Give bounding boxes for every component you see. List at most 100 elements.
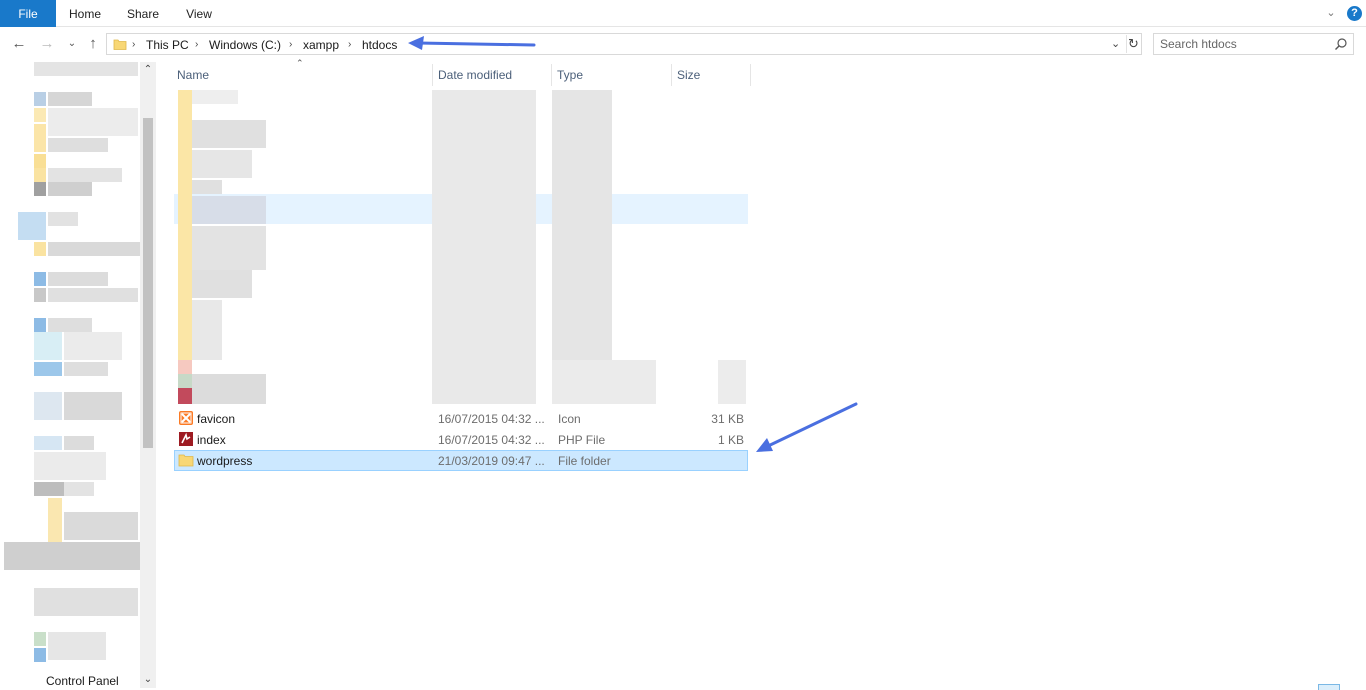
obscured-item xyxy=(64,392,122,420)
obscured-item xyxy=(48,108,138,136)
obscured-item xyxy=(34,108,46,122)
obscured-item xyxy=(64,482,94,496)
tab-view[interactable]: View xyxy=(176,0,222,27)
column-header-type[interactable]: Type xyxy=(552,62,671,88)
obscured-item xyxy=(192,374,266,404)
help-icon[interactable]: ? xyxy=(1347,6,1362,21)
obscured-item xyxy=(48,168,122,182)
breadcrumb-separator-icon[interactable]: › xyxy=(348,37,351,53)
obscured-item xyxy=(18,212,46,240)
obscured-item xyxy=(192,270,252,298)
column-header-date-modified[interactable]: Date modified xyxy=(433,62,551,88)
search-input[interactable] xyxy=(1160,36,1330,52)
column-divider[interactable] xyxy=(750,64,751,86)
scrollbar-thumb[interactable] xyxy=(143,118,153,448)
obscured-item xyxy=(64,362,108,376)
navigation-bar: ← → ⌄ ↑ › This PC › Windows (C:) › xampp… xyxy=(0,28,1366,60)
folder-icon xyxy=(113,39,127,50)
tab-file[interactable]: File xyxy=(0,0,56,27)
obscured-item xyxy=(34,332,62,360)
obscured-item xyxy=(34,288,46,302)
nav-pane-scrollbar[interactable]: ⌃ ⌄ xyxy=(140,62,156,688)
tab-share[interactable]: Share xyxy=(118,0,168,27)
breadcrumb-separator-icon[interactable]: › xyxy=(195,37,198,53)
obscured-item xyxy=(34,436,62,450)
file-type: File folder xyxy=(558,454,611,468)
obscured-sizes xyxy=(718,360,746,404)
obscured-item xyxy=(178,388,192,404)
obscured-item xyxy=(48,182,92,196)
file-date-modified: 21/03/2019 09:47 ... xyxy=(438,454,545,468)
obscured-item xyxy=(34,392,62,420)
php-file-icon xyxy=(179,432,193,446)
obscured-item xyxy=(34,92,46,106)
obscured-item xyxy=(192,226,266,270)
breadcrumb-this-pc[interactable]: This PC xyxy=(146,37,189,53)
obscured-item xyxy=(192,196,266,224)
obscured-types xyxy=(552,90,612,360)
file-row[interactable]: favicon 16/07/2015 04:32 ... Icon 31 KB xyxy=(174,408,748,429)
column-header-size[interactable]: Size xyxy=(672,62,750,88)
file-name[interactable]: wordpress xyxy=(197,453,252,469)
obscured-item xyxy=(48,272,108,286)
scroll-up-chevron-icon[interactable]: ⌃ xyxy=(140,62,156,78)
file-type: PHP File xyxy=(558,433,606,447)
obscured-item xyxy=(192,90,238,104)
file-size: 1 KB xyxy=(717,433,744,447)
search-icon[interactable] xyxy=(1334,37,1348,51)
column-header-name[interactable]: Name xyxy=(172,62,432,88)
breadcrumb-separator-icon[interactable]: › xyxy=(132,37,135,53)
obscured-item xyxy=(48,318,92,332)
obscured-item xyxy=(34,482,64,496)
forward-arrow-icon[interactable]: → xyxy=(38,34,56,54)
obscured-item xyxy=(34,182,46,196)
obscured-dates xyxy=(432,90,536,404)
obscured-item xyxy=(34,452,106,480)
obscured-item xyxy=(48,498,62,542)
obscured-item xyxy=(34,272,46,286)
obscured-item xyxy=(192,180,222,194)
breadcrumb-separator-icon[interactable]: › xyxy=(289,37,292,53)
file-row-selected[interactable]: wordpress 21/03/2019 09:47 ... File fold… xyxy=(174,450,748,471)
obscured-item xyxy=(64,332,122,360)
breadcrumb-xampp[interactable]: xampp xyxy=(303,37,339,53)
breadcrumb-windows-c[interactable]: Windows (C:) xyxy=(209,37,281,53)
obscured-item xyxy=(4,542,140,570)
obscured-item xyxy=(192,120,266,148)
recent-locations-chevron-icon[interactable]: ⌄ xyxy=(63,34,81,54)
folder-icon xyxy=(178,454,194,467)
obscured-item xyxy=(34,242,46,256)
up-arrow-icon[interactable]: ↑ xyxy=(84,34,102,54)
status-view-toggle[interactable] xyxy=(1318,684,1340,690)
obscured-item xyxy=(64,512,138,540)
file-type: Icon xyxy=(558,412,581,426)
address-dropdown-chevron-icon[interactable]: ⌄ xyxy=(1111,37,1120,50)
obscured-item xyxy=(48,212,78,226)
obscured-item xyxy=(178,374,192,388)
obscured-item xyxy=(192,150,252,178)
tab-home[interactable]: Home xyxy=(60,0,110,27)
address-bar[interactable]: › This PC › Windows (C:) › xampp › htdoc… xyxy=(106,33,1142,55)
scroll-down-chevron-icon[interactable]: ⌄ xyxy=(140,672,156,688)
file-date-modified: 16/07/2015 04:32 ... xyxy=(438,433,545,447)
refresh-icon[interactable]: ↻ xyxy=(1126,35,1140,53)
file-row[interactable]: index 16/07/2015 04:32 ... PHP File 1 KB xyxy=(174,429,748,450)
back-arrow-icon[interactable]: ← xyxy=(10,34,28,54)
file-size: 31 KB xyxy=(711,412,744,426)
obscured-item xyxy=(34,168,46,182)
obscured-item xyxy=(34,138,46,152)
obscured-item xyxy=(34,154,46,168)
search-box[interactable] xyxy=(1153,33,1354,55)
obscured-item xyxy=(34,362,62,376)
file-name[interactable]: favicon xyxy=(197,411,235,427)
xampp-icon xyxy=(179,411,193,425)
navigation-pane xyxy=(0,60,157,690)
breadcrumb-htdocs[interactable]: htdocs xyxy=(362,37,397,53)
obscured-item xyxy=(34,588,138,616)
file-date-modified: 16/07/2015 04:32 ... xyxy=(438,412,545,426)
obscured-item xyxy=(192,300,222,360)
nav-item-control-panel[interactable]: Control Panel xyxy=(46,674,119,688)
expand-ribbon-chevron-icon[interactable]: ⌄ xyxy=(1324,6,1338,20)
file-name[interactable]: index xyxy=(197,432,226,448)
obscured-item xyxy=(48,242,140,256)
